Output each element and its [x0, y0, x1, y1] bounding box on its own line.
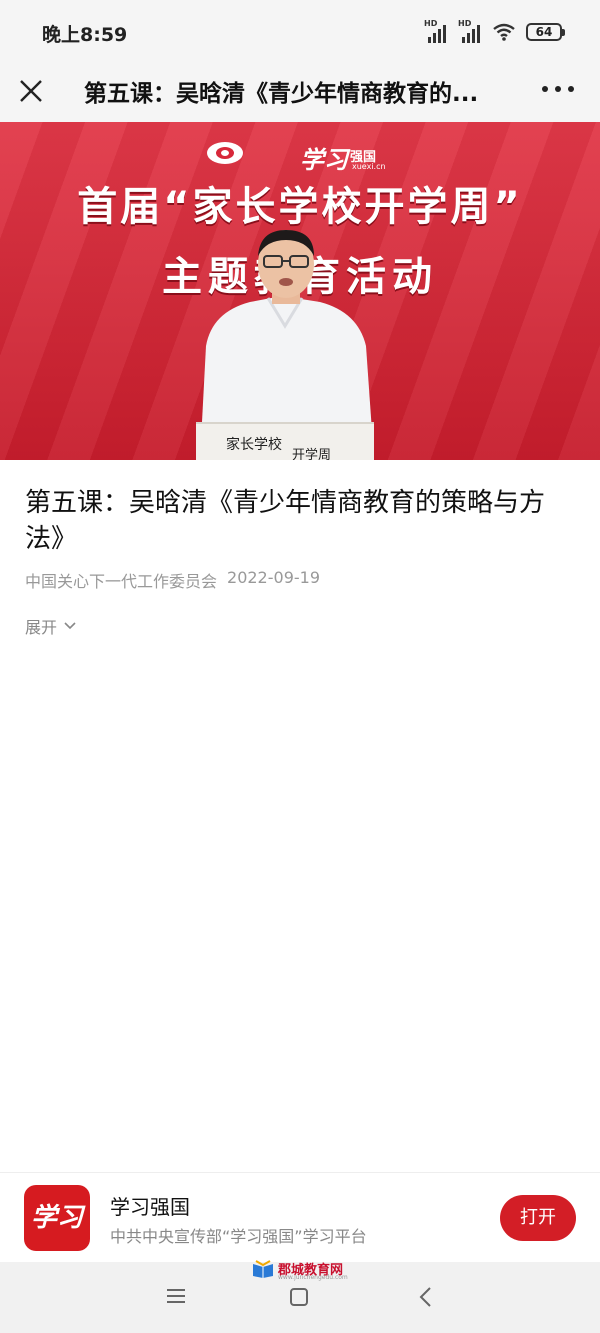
page-title: 第五课：吴晗清《青少年情商教育的... — [84, 81, 479, 107]
app-name: 学习强国 — [110, 1195, 190, 1219]
system-nav-bar: 郡城教育网 www.junchengedu.com — [0, 1259, 600, 1333]
expand-label: 展开 — [25, 618, 58, 637]
banner-line-1: 首届“家长学校开学周” — [77, 184, 523, 230]
article-date: 2022-09-19 — [227, 568, 320, 587]
book-icon — [253, 1259, 273, 1278]
menu-icon[interactable] — [166, 1288, 186, 1304]
podium: 家长学校 开学周 — [196, 422, 374, 460]
video-logo-row: 学习 强国 xuexi.cn — [0, 132, 600, 174]
app-description: 中共中央宣传部“学习强国”学习平台 — [110, 1227, 367, 1246]
brand-logo: 学习 — [300, 145, 348, 174]
status-icons: HD HD 64 — [424, 18, 565, 46]
expand-button[interactable]: 展开 — [25, 614, 77, 638]
status-bar: 晚上8:59 HD HD 64 — [0, 0, 600, 62]
back-icon[interactable] — [418, 1286, 434, 1308]
signal-icon: HD — [424, 19, 448, 43]
video-player[interactable]: 学习 强国 xuexi.cn 首届“家长学校开学周” 主题教育活动 家长学校 开… — [0, 122, 600, 460]
app-icon: 学习 — [24, 1185, 90, 1251]
article-meta: 中国关心下一代工作委员会 2022-09-19 — [25, 568, 320, 592]
status-time: 晚上8:59 — [42, 24, 128, 46]
battery-icon: 64 — [526, 23, 565, 41]
open-app-button[interactable]: 打开 — [500, 1195, 576, 1241]
chevron-down-icon — [64, 622, 76, 630]
article-source[interactable]: 中国关心下一代工作委员会 — [25, 568, 217, 592]
wifi-icon — [493, 23, 515, 41]
signal-icon: HD — [458, 19, 482, 43]
nav-bar: 第五课：吴晗清《青少年情商教育的... — [0, 62, 600, 122]
podium-text-2: 开学周 — [292, 448, 332, 460]
home-icon[interactable] — [290, 1288, 308, 1306]
emblem-icon — [207, 142, 243, 164]
brand-url: xuexi.cn — [352, 162, 386, 171]
close-icon[interactable] — [16, 76, 46, 106]
app-card[interactable]: 学习 学习强国 中共中央宣传部“学习强国”学习平台 打开 — [0, 1172, 600, 1262]
podium-text: 家长学校 — [226, 437, 282, 453]
more-icon[interactable] — [542, 86, 574, 96]
watermark-sub: www.junchengedu.com — [278, 1274, 348, 1281]
article-title: 第五课：吴晗清《青少年情商教育的策略与方法》 — [25, 488, 546, 554]
